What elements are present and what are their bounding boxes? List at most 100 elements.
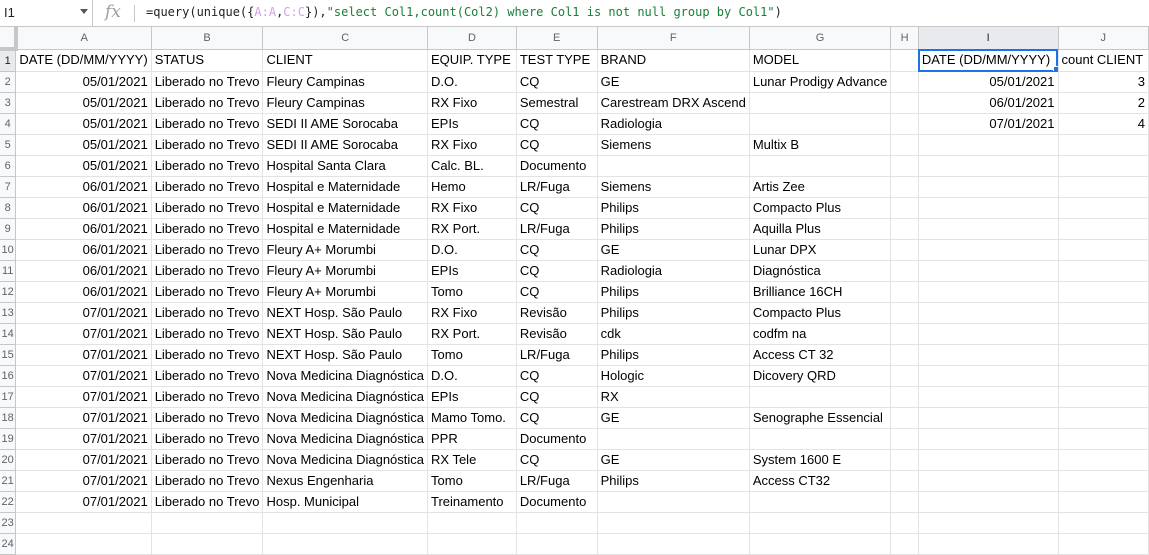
cell-h17[interactable] [890, 386, 919, 408]
cell-d19[interactable]: PPR [427, 428, 517, 450]
cell-e10[interactable]: CQ [516, 239, 598, 261]
cell-h10[interactable] [890, 239, 919, 261]
cell-e22[interactable]: Documento [516, 491, 598, 513]
cell-b23[interactable] [151, 512, 264, 534]
cell-i19[interactable] [918, 428, 1059, 450]
cell-c17[interactable]: Nova Medicina Diagnóstica [262, 386, 429, 408]
cell-c23[interactable] [262, 512, 429, 534]
cell-j19[interactable] [1058, 428, 1149, 450]
cell-h2[interactable] [890, 71, 919, 93]
cell-h3[interactable] [890, 92, 919, 114]
row-header[interactable]: 21 [0, 470, 17, 492]
row-header[interactable]: 9 [0, 218, 17, 240]
cell-c22[interactable]: Hosp. Municipal [262, 491, 429, 513]
cell-b13[interactable]: Liberado no Trevo [151, 302, 264, 324]
row-header[interactable]: 12 [0, 281, 17, 303]
cell-e5[interactable]: CQ [516, 134, 598, 156]
row-header[interactable]: 2 [0, 71, 17, 93]
cell-e17[interactable]: CQ [516, 386, 598, 408]
row-header[interactable]: 24 [0, 533, 17, 555]
cell-i22[interactable] [918, 491, 1059, 513]
cell-f3[interactable]: Carestream DRX Ascend [597, 92, 750, 114]
cell-d11[interactable]: EPIs [427, 260, 517, 282]
cell-d15[interactable]: Tomo [427, 344, 517, 366]
row-header[interactable]: 15 [0, 344, 17, 366]
cell-a24[interactable] [15, 533, 152, 555]
cell-c15[interactable]: NEXT Hosp. São Paulo [262, 344, 429, 366]
row-header[interactable]: 14 [0, 323, 17, 345]
cell-i20[interactable] [918, 449, 1059, 471]
cell-i11[interactable] [918, 260, 1059, 282]
cell-a1[interactable]: DATE (DD/MM/YYYY) [15, 49, 152, 72]
cell-f4[interactable]: Radiologia [597, 113, 750, 135]
cell-g19[interactable] [749, 428, 892, 450]
cell-f12[interactable]: Philips [597, 281, 750, 303]
cell-g5[interactable]: Multix B [749, 134, 892, 156]
cell-f10[interactable]: GE [597, 239, 750, 261]
cell-d1[interactable]: EQUIP. TYPE [427, 49, 517, 72]
cell-e14[interactable]: Revisão [516, 323, 598, 345]
cell-e7[interactable]: LR/Fuga [516, 176, 598, 198]
cell-e4[interactable]: CQ [516, 113, 598, 135]
cell-h24[interactable] [890, 533, 919, 555]
cell-g8[interactable]: Compacto Plus [749, 197, 892, 219]
row-header[interactable]: 17 [0, 386, 17, 408]
cell-i12[interactable] [918, 281, 1059, 303]
cell-a10[interactable]: 06/01/2021 [15, 239, 152, 261]
cell-i3[interactable]: 06/01/2021 [918, 92, 1059, 114]
cell-g12[interactable]: Brilliance 16CH [749, 281, 892, 303]
cell-c18[interactable]: Nova Medicina Diagnóstica [262, 407, 429, 429]
cell-b6[interactable]: Liberado no Trevo [151, 155, 264, 177]
cell-i6[interactable] [918, 155, 1059, 177]
cell-d20[interactable]: RX Tele [427, 449, 517, 471]
cell-c10[interactable]: Fleury A+ Morumbi [262, 239, 429, 261]
cell-a20[interactable]: 07/01/2021 [15, 449, 152, 471]
cell-h6[interactable] [890, 155, 919, 177]
cell-d2[interactable]: D.O. [427, 71, 517, 93]
cell-h22[interactable] [890, 491, 919, 513]
cell-j12[interactable] [1058, 281, 1149, 303]
cell-c6[interactable]: Hospital Santa Clara [262, 155, 429, 177]
cell-d16[interactable]: D.O. [427, 365, 517, 387]
column-header-a[interactable]: A [15, 27, 152, 50]
cell-f18[interactable]: GE [597, 407, 750, 429]
cell-c8[interactable]: Hospital e Maternidade [262, 197, 429, 219]
cell-c5[interactable]: SEDI II AME Sorocaba [262, 134, 429, 156]
cell-j2[interactable]: 3 [1058, 71, 1149, 93]
cell-e15[interactable]: LR/Fuga [516, 344, 598, 366]
cell-b10[interactable]: Liberado no Trevo [151, 239, 264, 261]
cell-c2[interactable]: Fleury Campinas [262, 71, 429, 93]
cell-f19[interactable] [597, 428, 750, 450]
cell-e23[interactable] [516, 512, 598, 534]
cell-f6[interactable] [597, 155, 750, 177]
cell-c13[interactable]: NEXT Hosp. São Paulo [262, 302, 429, 324]
cell-g4[interactable] [749, 113, 892, 135]
cell-g10[interactable]: Lunar DPX [749, 239, 892, 261]
cell-g13[interactable]: Compacto Plus [749, 302, 892, 324]
cell-c12[interactable]: Fleury A+ Morumbi [262, 281, 429, 303]
cell-b8[interactable]: Liberado no Trevo [151, 197, 264, 219]
cell-c9[interactable]: Hospital e Maternidade [262, 218, 429, 240]
cell-i16[interactable] [918, 365, 1059, 387]
cell-d18[interactable]: Mamo Tomo. [427, 407, 517, 429]
cell-h4[interactable] [890, 113, 919, 135]
cell-j8[interactable] [1058, 197, 1149, 219]
cell-b24[interactable] [151, 533, 264, 555]
cell-a13[interactable]: 07/01/2021 [15, 302, 152, 324]
cell-b14[interactable]: Liberado no Trevo [151, 323, 264, 345]
cell-a5[interactable]: 05/01/2021 [15, 134, 152, 156]
cell-d9[interactable]: RX Port. [427, 218, 517, 240]
cell-h20[interactable] [890, 449, 919, 471]
cell-g15[interactable]: Access CT 32 [749, 344, 892, 366]
cell-c16[interactable]: Nova Medicina Diagnóstica [262, 365, 429, 387]
cell-h5[interactable] [890, 134, 919, 156]
cell-c14[interactable]: NEXT Hosp. São Paulo [262, 323, 429, 345]
cell-f2[interactable]: GE [597, 71, 750, 93]
cell-i9[interactable] [918, 218, 1059, 240]
cell-a16[interactable]: 07/01/2021 [15, 365, 152, 387]
cell-f13[interactable]: Philips [597, 302, 750, 324]
cell-e12[interactable]: CQ [516, 281, 598, 303]
row-header[interactable]: 20 [0, 449, 17, 471]
cell-f23[interactable] [597, 512, 750, 534]
cell-j16[interactable] [1058, 365, 1149, 387]
